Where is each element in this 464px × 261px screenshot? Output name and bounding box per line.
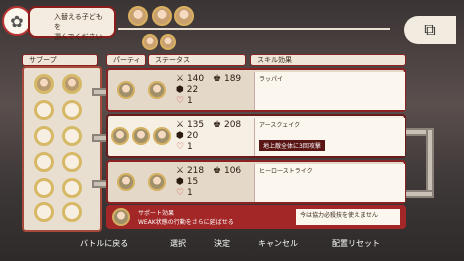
- sub-slot-10[interactable]: [62, 178, 82, 198]
- header-party: パーティ: [106, 54, 146, 66]
- heart-icon: ♡: [176, 142, 185, 152]
- defense-icon: ♚: [213, 120, 222, 130]
- skill-name: ラッパイ: [259, 76, 284, 83]
- prompt-line-1: 入替える子ども を: [54, 13, 103, 31]
- skill-description: 地上敵全体に3回攻撃: [259, 140, 325, 151]
- defense-icon: ♚: [213, 166, 222, 176]
- pipe-connector: [426, 128, 434, 198]
- header-status: ステータス: [148, 54, 246, 66]
- heart-icon: ♡: [176, 96, 185, 106]
- top-portrait-3[interactable]: [174, 6, 194, 26]
- binoculars-button[interactable]: ⧉: [404, 16, 456, 44]
- defense-value: 106: [223, 166, 242, 176]
- party-members: [110, 164, 172, 200]
- attack-value: 218: [186, 166, 205, 176]
- top-portrait-2[interactable]: [152, 6, 172, 26]
- pipe-connector: [404, 190, 434, 198]
- binoculars-icon: ⧉: [424, 20, 436, 39]
- level-value: 1: [186, 142, 193, 152]
- sub-slot-1[interactable]: [34, 74, 54, 94]
- status-cell: ⚔ 140 ♚ 189 ⬢ 22 ♡ 1: [172, 72, 252, 110]
- attack-value: 135: [186, 120, 205, 130]
- confirm-button[interactable]: 決定: [214, 238, 230, 249]
- sub-slot-12[interactable]: [62, 202, 82, 222]
- skill-name: ヒーローストライク: [259, 168, 313, 175]
- divider-line: [118, 28, 390, 30]
- defense-icon: ♚: [213, 74, 222, 84]
- sub-slot-2[interactable]: [62, 74, 82, 94]
- sub-slot-5[interactable]: [34, 126, 54, 146]
- skill-name: アースクェイク: [259, 122, 301, 129]
- bottom-controls: バトルに戻る 選択 決定 キャンセル 配置リセット: [0, 233, 464, 261]
- party-row-3[interactable]: ⚔ 218 ♚ 106 ⬢ 15 ♡ 1 ヒーローストライク: [106, 160, 406, 204]
- hp-value: 15: [186, 177, 199, 187]
- hp-value: 20: [186, 131, 199, 141]
- party-portrait[interactable]: [131, 127, 150, 145]
- skill-cell: ラッパイ: [254, 72, 405, 110]
- support-description: WEAK状態の行動をさらに延ばせる: [138, 219, 234, 226]
- reset-layout-button[interactable]: 配置リセット: [332, 238, 380, 249]
- attack-icon: ⚔: [176, 74, 185, 84]
- support-portrait: [112, 208, 130, 226]
- party-members: [110, 72, 172, 108]
- party-row-1[interactable]: ⚔ 140 ♚ 189 ⬢ 22 ♡ 1 ラッパイ: [106, 68, 406, 112]
- party-portrait[interactable]: [116, 81, 135, 99]
- hp-icon: ⬢: [176, 131, 184, 141]
- support-note: 今は協力必殺技を使えません: [296, 209, 400, 225]
- support-panel: サポート効果 WEAK状態の行動をさらに延ばせる 今は協力必殺技を使えません: [106, 205, 406, 229]
- prompt-line-2: 選んでください: [54, 33, 103, 41]
- select-button[interactable]: 選択: [170, 238, 186, 249]
- top-portrait-1[interactable]: [128, 6, 148, 26]
- party-portrait[interactable]: [147, 81, 166, 99]
- party-row-2[interactable]: ⚔ 135 ♚ 208 ⬢ 20 ♡ 1 アースクェイク 地上敵全体に3回攻撃: [106, 114, 406, 158]
- support-title: サポート効果: [138, 210, 175, 217]
- hp-icon: ⬢: [176, 85, 184, 95]
- party-portrait[interactable]: [147, 173, 166, 191]
- status-cell: ⚔ 218 ♚ 106 ⬢ 15 ♡ 1: [172, 164, 252, 202]
- top-portrait-5[interactable]: [160, 34, 176, 50]
- level-value: 1: [186, 188, 193, 198]
- sub-slot-7[interactable]: [34, 152, 54, 172]
- heart-icon: ♡: [176, 188, 185, 198]
- hp-value: 22: [186, 85, 199, 95]
- status-cell: ⚔ 135 ♚ 208 ⬢ 20 ♡ 1: [172, 118, 252, 156]
- sub-slot-6[interactable]: [62, 126, 82, 146]
- prompt-bubble: 入替える子ども を 選んでください: [28, 6, 116, 41]
- attack-icon: ⚔: [176, 166, 185, 176]
- skill-cell: ヒーローストライク: [254, 164, 405, 202]
- hp-icon: ⬢: [176, 177, 184, 187]
- party-portrait[interactable]: [152, 127, 171, 145]
- level-value: 1: [186, 96, 193, 106]
- attack-value: 140: [186, 74, 205, 84]
- sub-slot-9[interactable]: [34, 178, 54, 198]
- defense-value: 208: [223, 120, 242, 130]
- sub-slot-11[interactable]: [34, 202, 54, 222]
- attack-icon: ⚔: [176, 120, 185, 130]
- sub-slot-3[interactable]: [34, 100, 54, 120]
- skill-cell: アースクェイク 地上敵全体に3回攻撃: [254, 118, 405, 156]
- defense-value: 189: [223, 74, 242, 84]
- header-sub: サブープ: [22, 54, 98, 66]
- cancel-button[interactable]: キャンセル: [258, 238, 298, 249]
- sub-slot-4[interactable]: [62, 100, 82, 120]
- sub-slot-8[interactable]: [62, 152, 82, 172]
- top-portrait-4[interactable]: [142, 34, 158, 50]
- party-members: [110, 118, 172, 154]
- back-to-battle-button[interactable]: バトルに戻る: [80, 238, 128, 249]
- party-portrait[interactable]: [116, 173, 135, 191]
- party-portrait[interactable]: [111, 127, 130, 145]
- header-skill: スキル効果: [250, 54, 406, 66]
